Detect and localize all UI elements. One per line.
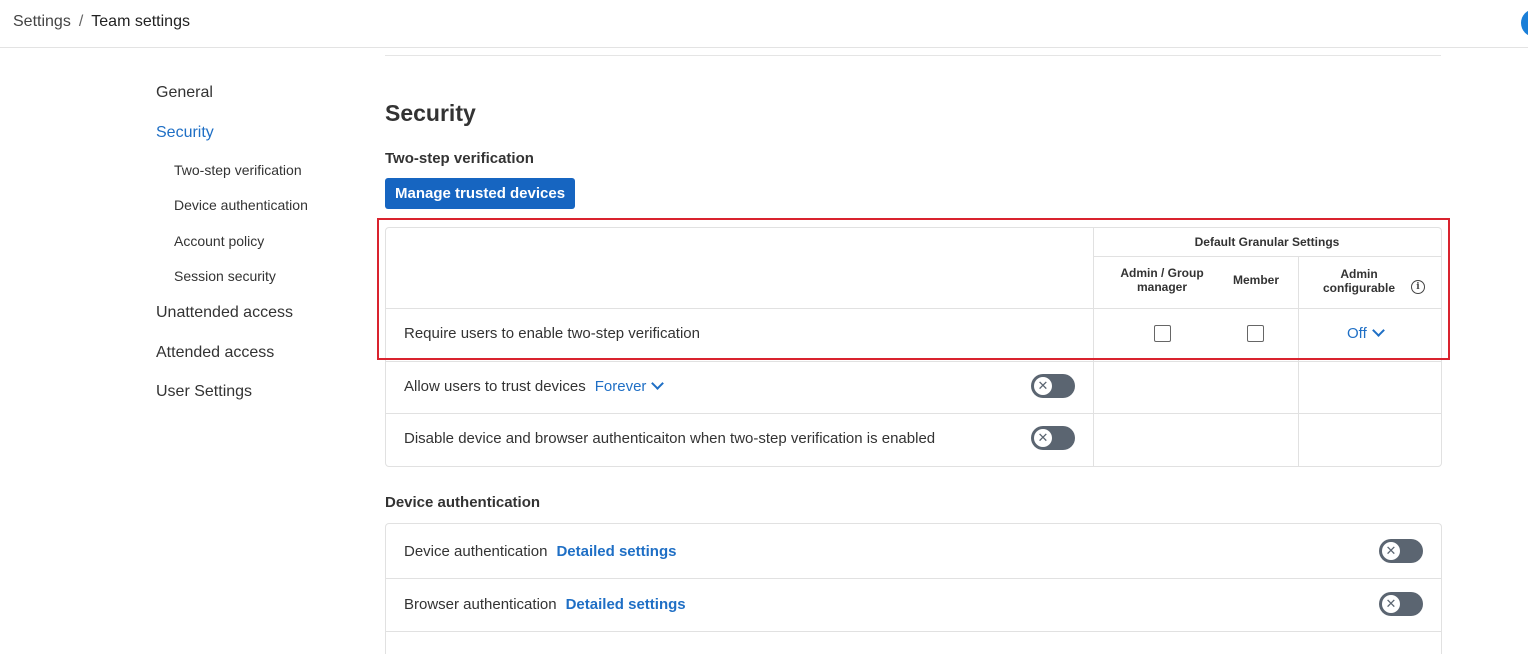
section-divider: [385, 55, 1441, 56]
sidebar-item-account-policy[interactable]: Account policy: [174, 233, 264, 249]
info-icon[interactable]: i: [1411, 280, 1425, 294]
admin-group-manager-checkbox[interactable]: [1154, 325, 1171, 342]
admin-configurable-value: Off: [1347, 325, 1367, 342]
breadcrumb-current: Team settings: [91, 13, 190, 30]
row-divider: [386, 578, 1441, 579]
page-title: Security: [385, 100, 476, 126]
browser-auth-detailed-settings-link[interactable]: Detailed settings: [566, 596, 686, 613]
device-auth-detailed-settings-link[interactable]: Detailed settings: [556, 543, 676, 560]
device-authentication-label: Device authentication: [404, 543, 548, 560]
row-divider: [386, 308, 1441, 309]
breadcrumb: Settings / Team settings: [13, 13, 190, 31]
close-icon: ✕: [1034, 429, 1052, 447]
sidebar-item-two-step-verification[interactable]: Two-step verification: [174, 162, 302, 178]
browser-authentication-label: Browser authentication: [404, 596, 557, 613]
close-icon: ✕: [1034, 377, 1052, 395]
device-auth-heading: Device authentication: [385, 494, 541, 511]
admin-configurable-dropdown[interactable]: Off: [1347, 324, 1385, 342]
row-divider: [386, 361, 1441, 362]
column-header-admin-configurable: Admin configurable: [1322, 267, 1395, 295]
row-divider: [386, 631, 1441, 632]
row-disable-device-browser-auth-label: Disable device and browser authenticaito…: [404, 430, 936, 447]
top-bar: Settings / Team settings: [0, 0, 1528, 48]
row-trust-devices-label: Allow users to trust devices: [404, 378, 586, 395]
trust-devices-toggle[interactable]: ✕: [1031, 374, 1075, 398]
avatar[interactable]: [1521, 9, 1528, 37]
trust-duration-dropdown[interactable]: Forever: [594, 377, 665, 395]
column-header-member: Member: [1232, 273, 1279, 287]
sidebar-item-general[interactable]: General: [156, 84, 213, 102]
two-step-table: Default Granular Settings Admin / Group …: [385, 227, 1442, 467]
row-trust-devices: Allow users to trust devices Forever: [404, 377, 665, 395]
row-divider: [386, 413, 1441, 414]
sidebar-item-device-authentication[interactable]: Device authentication: [174, 197, 308, 213]
row-require-two-step-label: Require users to enable two-step verific…: [404, 325, 700, 342]
manage-trusted-devices-button[interactable]: Manage trusted devices: [385, 178, 576, 209]
trust-duration-value: Forever: [594, 378, 647, 395]
sidebar-item-session-security[interactable]: Session security: [174, 268, 276, 284]
sidebar-item-user-settings[interactable]: User Settings: [156, 383, 252, 401]
column-divider: [1093, 228, 1094, 466]
group-header: Default Granular Settings: [1194, 235, 1340, 249]
row-browser-authentication: Browser authentication Detailed settings: [404, 596, 686, 613]
close-icon: ✕: [1382, 595, 1400, 613]
sidebar-item-unattended-access[interactable]: Unattended access: [156, 304, 293, 322]
sidebar-item-attended-access[interactable]: Attended access: [156, 344, 274, 362]
row-device-authentication: Device authentication Detailed settings: [404, 543, 676, 560]
breadcrumb-separator: /: [78, 13, 84, 30]
breadcrumb-settings[interactable]: Settings: [13, 13, 71, 30]
column-header-admin-group-manager: Admin / Group manager: [1120, 266, 1204, 294]
device-auth-table: Device authentication Detailed settings ✕…: [385, 523, 1442, 654]
device-authentication-toggle[interactable]: ✕: [1379, 539, 1423, 563]
sidebar-item-security[interactable]: Security: [156, 124, 214, 142]
close-icon: ✕: [1382, 542, 1400, 560]
browser-authentication-toggle[interactable]: ✕: [1379, 592, 1423, 616]
chevron-down-icon: [651, 377, 665, 390]
member-checkbox[interactable]: [1247, 325, 1264, 342]
disable-device-browser-auth-toggle[interactable]: ✕: [1031, 426, 1075, 450]
chevron-down-icon: [1371, 324, 1385, 337]
two-step-heading: Two-step verification: [385, 150, 534, 167]
header-divider: [1093, 256, 1441, 257]
